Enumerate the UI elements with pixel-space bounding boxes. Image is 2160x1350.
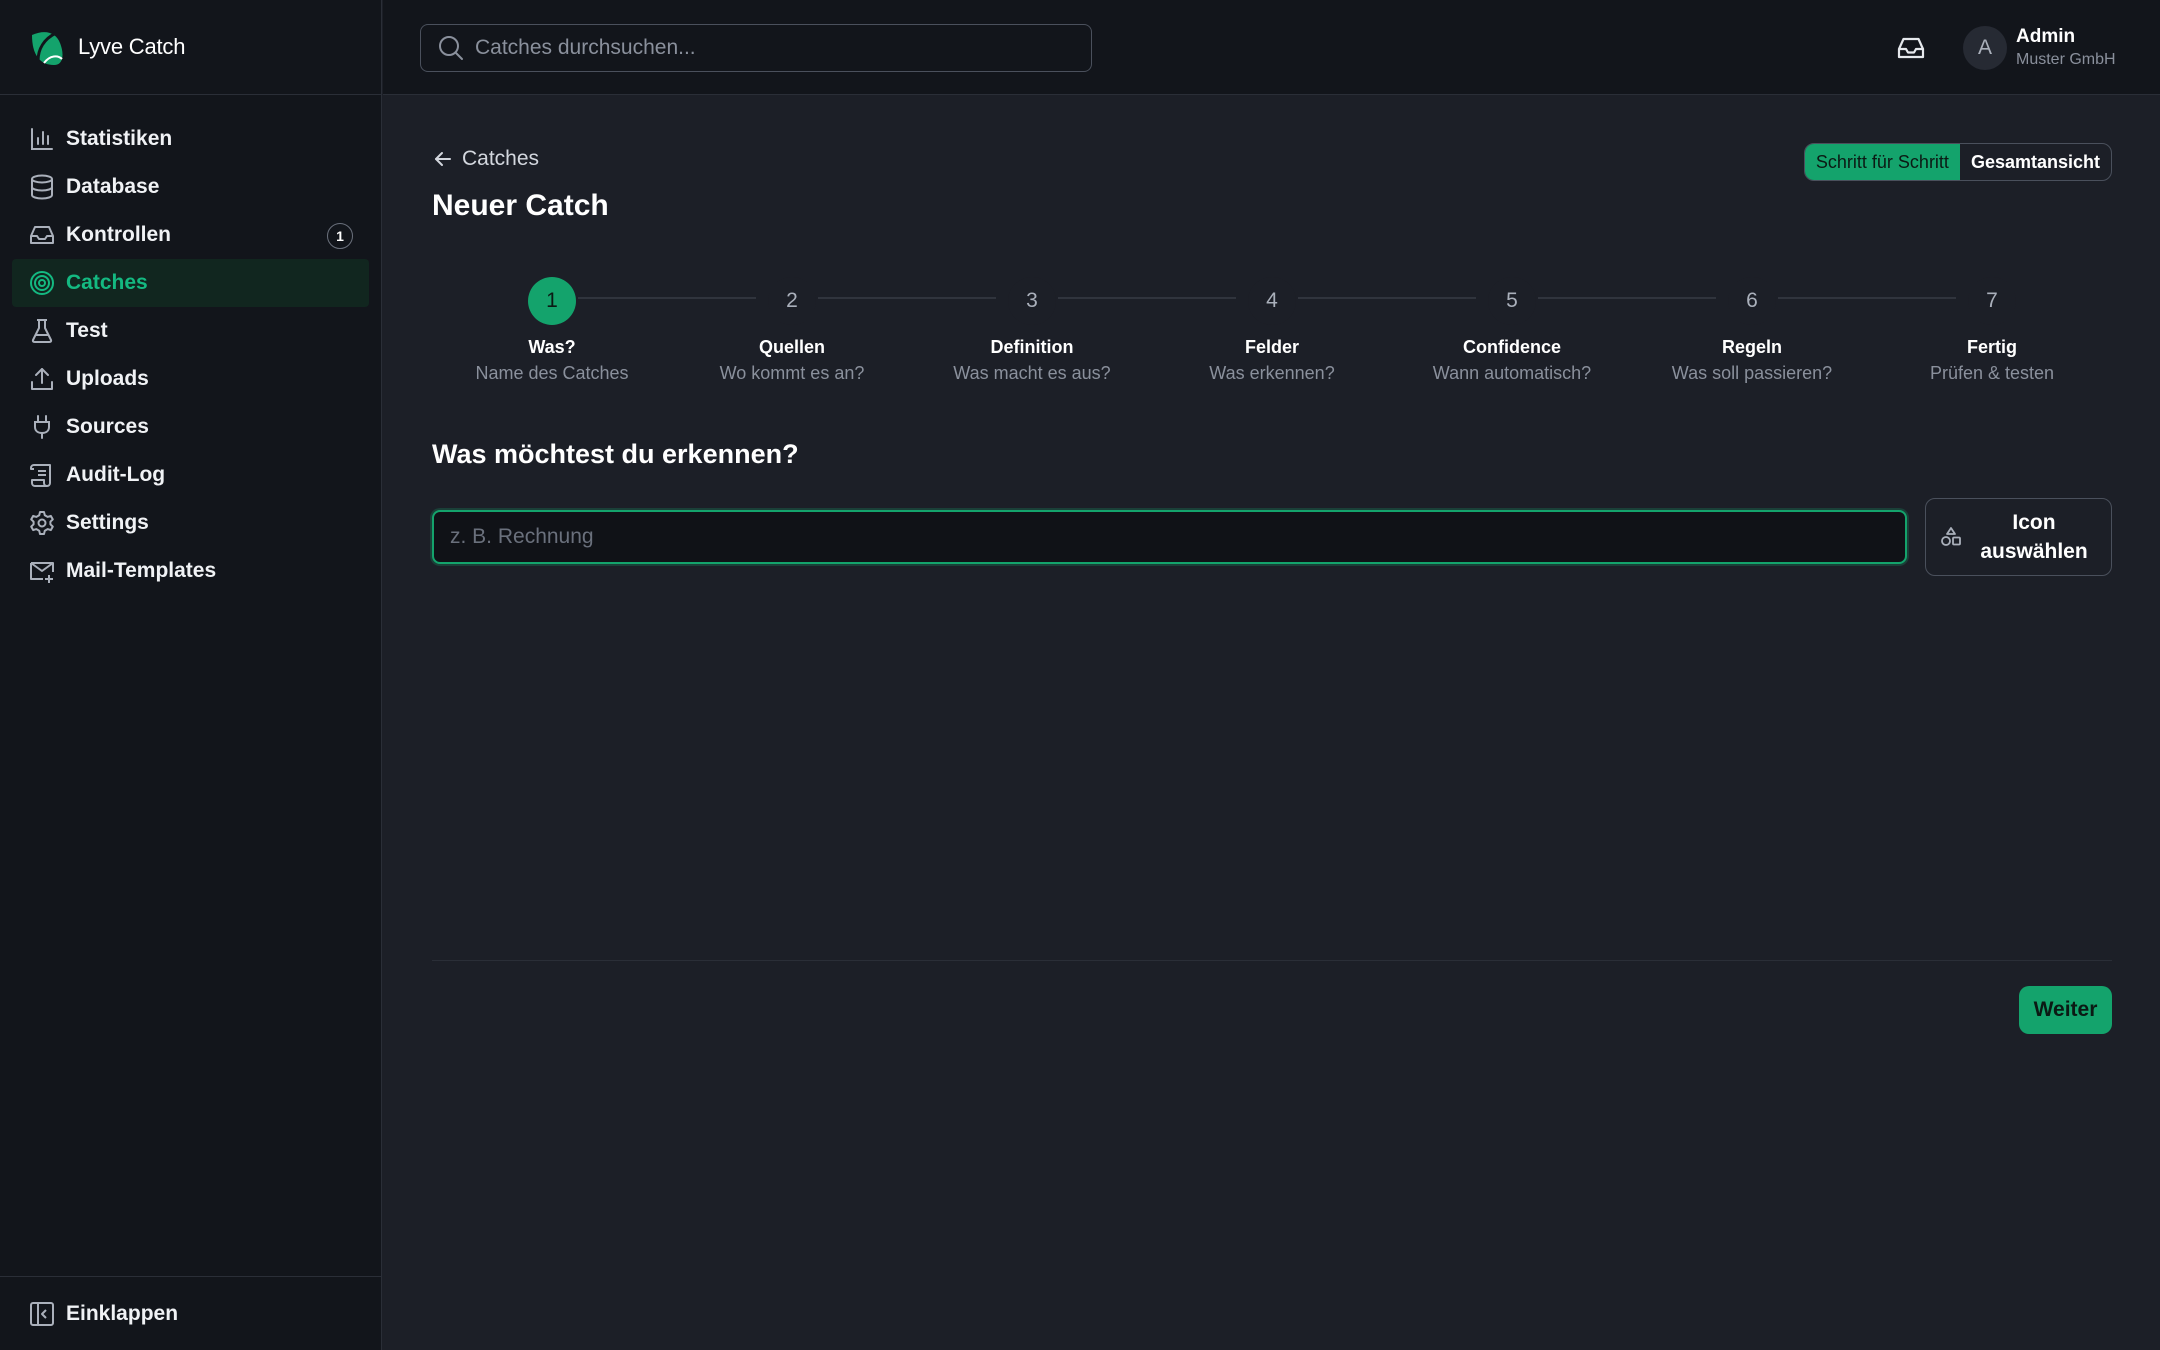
page-title: Neuer Catch: [432, 189, 609, 222]
sidebar-item-database[interactable]: Database: [12, 163, 369, 211]
back-label: Catches: [462, 147, 540, 170]
next-button[interactable]: Weiter: [2019, 986, 2112, 1034]
step-number: 5: [1488, 277, 1536, 325]
database-icon: [31, 174, 53, 200]
user-org: Muster GmbH: [2016, 51, 2116, 68]
step-2[interactable]: 2 Quellen Wo kommt es an?: [672, 277, 912, 384]
inbox-icon: [30, 226, 54, 244]
step-5[interactable]: 5 Confidence Wann automatisch?: [1392, 277, 1632, 384]
step-number: 3: [1008, 277, 1056, 325]
sidebar-item-catches[interactable]: Catches: [12, 259, 369, 307]
step-subtitle: Was macht es aus?: [953, 363, 1111, 383]
step-number: 7: [1968, 277, 2016, 325]
sidebar-item-label: Sources: [66, 415, 149, 438]
step-number: 4: [1248, 277, 1296, 325]
step-subtitle: Was erkennen?: [1209, 363, 1335, 383]
step-title: Definition: [990, 337, 1074, 357]
step-1[interactable]: 1 Was? Name des Catches: [432, 277, 672, 384]
sidebar-item-label: Settings: [66, 511, 149, 534]
arrow-left-icon: [435, 152, 451, 166]
avatar[interactable]: A: [1963, 26, 2007, 70]
step-3[interactable]: 3 Definition Was macht es aus?: [912, 277, 1152, 384]
topbar: A Admin Muster GmbH: [383, 0, 2160, 95]
sidebar-item-mail-templates[interactable]: Mail-Templates: [12, 547, 369, 595]
sidebar-item-audit-log[interactable]: Audit-Log: [12, 451, 369, 499]
step-title: Fertig: [1966, 337, 2017, 357]
inbox-icon[interactable]: [1895, 32, 1927, 64]
sidebar-item-label: Kontrollen: [66, 223, 171, 246]
sidebar-nav: Statistiken Database Kontrollen 1 Catche…: [0, 95, 381, 595]
step-question: Was möchtest du erkennen?: [432, 439, 799, 469]
count-badge: 1: [327, 223, 353, 249]
step-title: Regeln: [1721, 337, 1782, 357]
user-info[interactable]: Admin Muster GmbH: [2016, 26, 2116, 69]
sidebar: Lyve Catch Statistiken Database Kontroll…: [0, 0, 382, 1350]
sidebar-item-settings[interactable]: Settings: [12, 499, 369, 547]
sidebar-item-test[interactable]: Test: [12, 307, 369, 355]
choose-icon-button[interactable]: Icon auswählen: [1925, 498, 2112, 576]
leaf-logo-icon: [32, 31, 63, 65]
back-link[interactable]: Catches: [432, 147, 539, 171]
shapes-icon: [1941, 527, 1961, 546]
step-by-step-toggle[interactable]: Schritt für Schritt: [1804, 144, 1960, 180]
mail-icon: [30, 562, 54, 583]
target-icon: [30, 271, 54, 295]
step-subtitle: Wo kommt es an?: [719, 363, 865, 383]
gear-icon: [30, 511, 54, 535]
flask-icon: [31, 319, 53, 343]
sidebar-item-label: Mail-Templates: [66, 559, 217, 582]
collapse-sidebar-button[interactable]: Einklappen: [0, 1276, 381, 1350]
step-title: Was?: [528, 337, 576, 357]
step-number: 2: [768, 277, 816, 325]
view-mode-toggle: Schritt für Schritt Gesamtansicht: [1803, 143, 2112, 181]
step-4[interactable]: 4 Felder Was erkennen?: [1152, 277, 1392, 384]
step-title: Quellen: [758, 337, 825, 357]
collapse-label: Einklappen: [66, 1301, 179, 1325]
search-icon: [439, 36, 463, 60]
sidebar-item-label: Audit-Log: [66, 463, 166, 486]
sidebar-item-statistiken[interactable]: Statistiken: [12, 115, 369, 163]
brand[interactable]: Lyve Catch: [0, 0, 381, 95]
scroll-icon: [30, 464, 51, 487]
footer-divider: [432, 960, 2112, 961]
step-subtitle: Wann automatisch?: [1432, 363, 1592, 383]
step-title: Confidence: [1462, 337, 1561, 357]
step-number: 6: [1728, 277, 1776, 325]
sidebar-item-label: Statistiken: [66, 127, 173, 150]
sidebar-item-kontrollen[interactable]: Kontrollen 1: [12, 211, 369, 259]
step-title: Felder: [1244, 337, 1300, 357]
overview-toggle[interactable]: Gesamtansicht: [1960, 144, 2111, 180]
step-subtitle: Prüfen & testen: [1929, 363, 2055, 383]
sidebar-item-sources[interactable]: Sources: [12, 403, 369, 451]
upload-icon: [31, 368, 53, 390]
sidebar-item-uploads[interactable]: Uploads: [12, 355, 369, 403]
step-6[interactable]: 6 Regeln Was soll passieren?: [1632, 277, 1872, 384]
brand-name: Lyve Catch: [78, 34, 186, 59]
plug-icon: [34, 415, 50, 439]
catch-name-input[interactable]: [432, 510, 1907, 564]
choose-icon-label: Icon auswählen: [1980, 511, 2088, 563]
sidebar-item-label: Database: [66, 175, 160, 198]
collapse-panel-icon: [30, 1301, 54, 1326]
step-subtitle: Was soll passieren?: [1671, 363, 1833, 383]
search-box[interactable]: [420, 24, 1092, 72]
bar-chart-icon: [31, 128, 53, 150]
sidebar-item-label: Test: [66, 319, 108, 342]
search-input[interactable]: [475, 36, 1075, 60]
step-number: 1: [528, 277, 576, 325]
user-name: Admin: [2016, 26, 2076, 47]
sidebar-item-label: Uploads: [66, 367, 149, 390]
step-subtitle: Name des Catches: [475, 363, 629, 383]
step-7[interactable]: 7 Fertig Prüfen & testen: [1872, 277, 2112, 384]
sidebar-item-label: Catches: [66, 271, 148, 294]
